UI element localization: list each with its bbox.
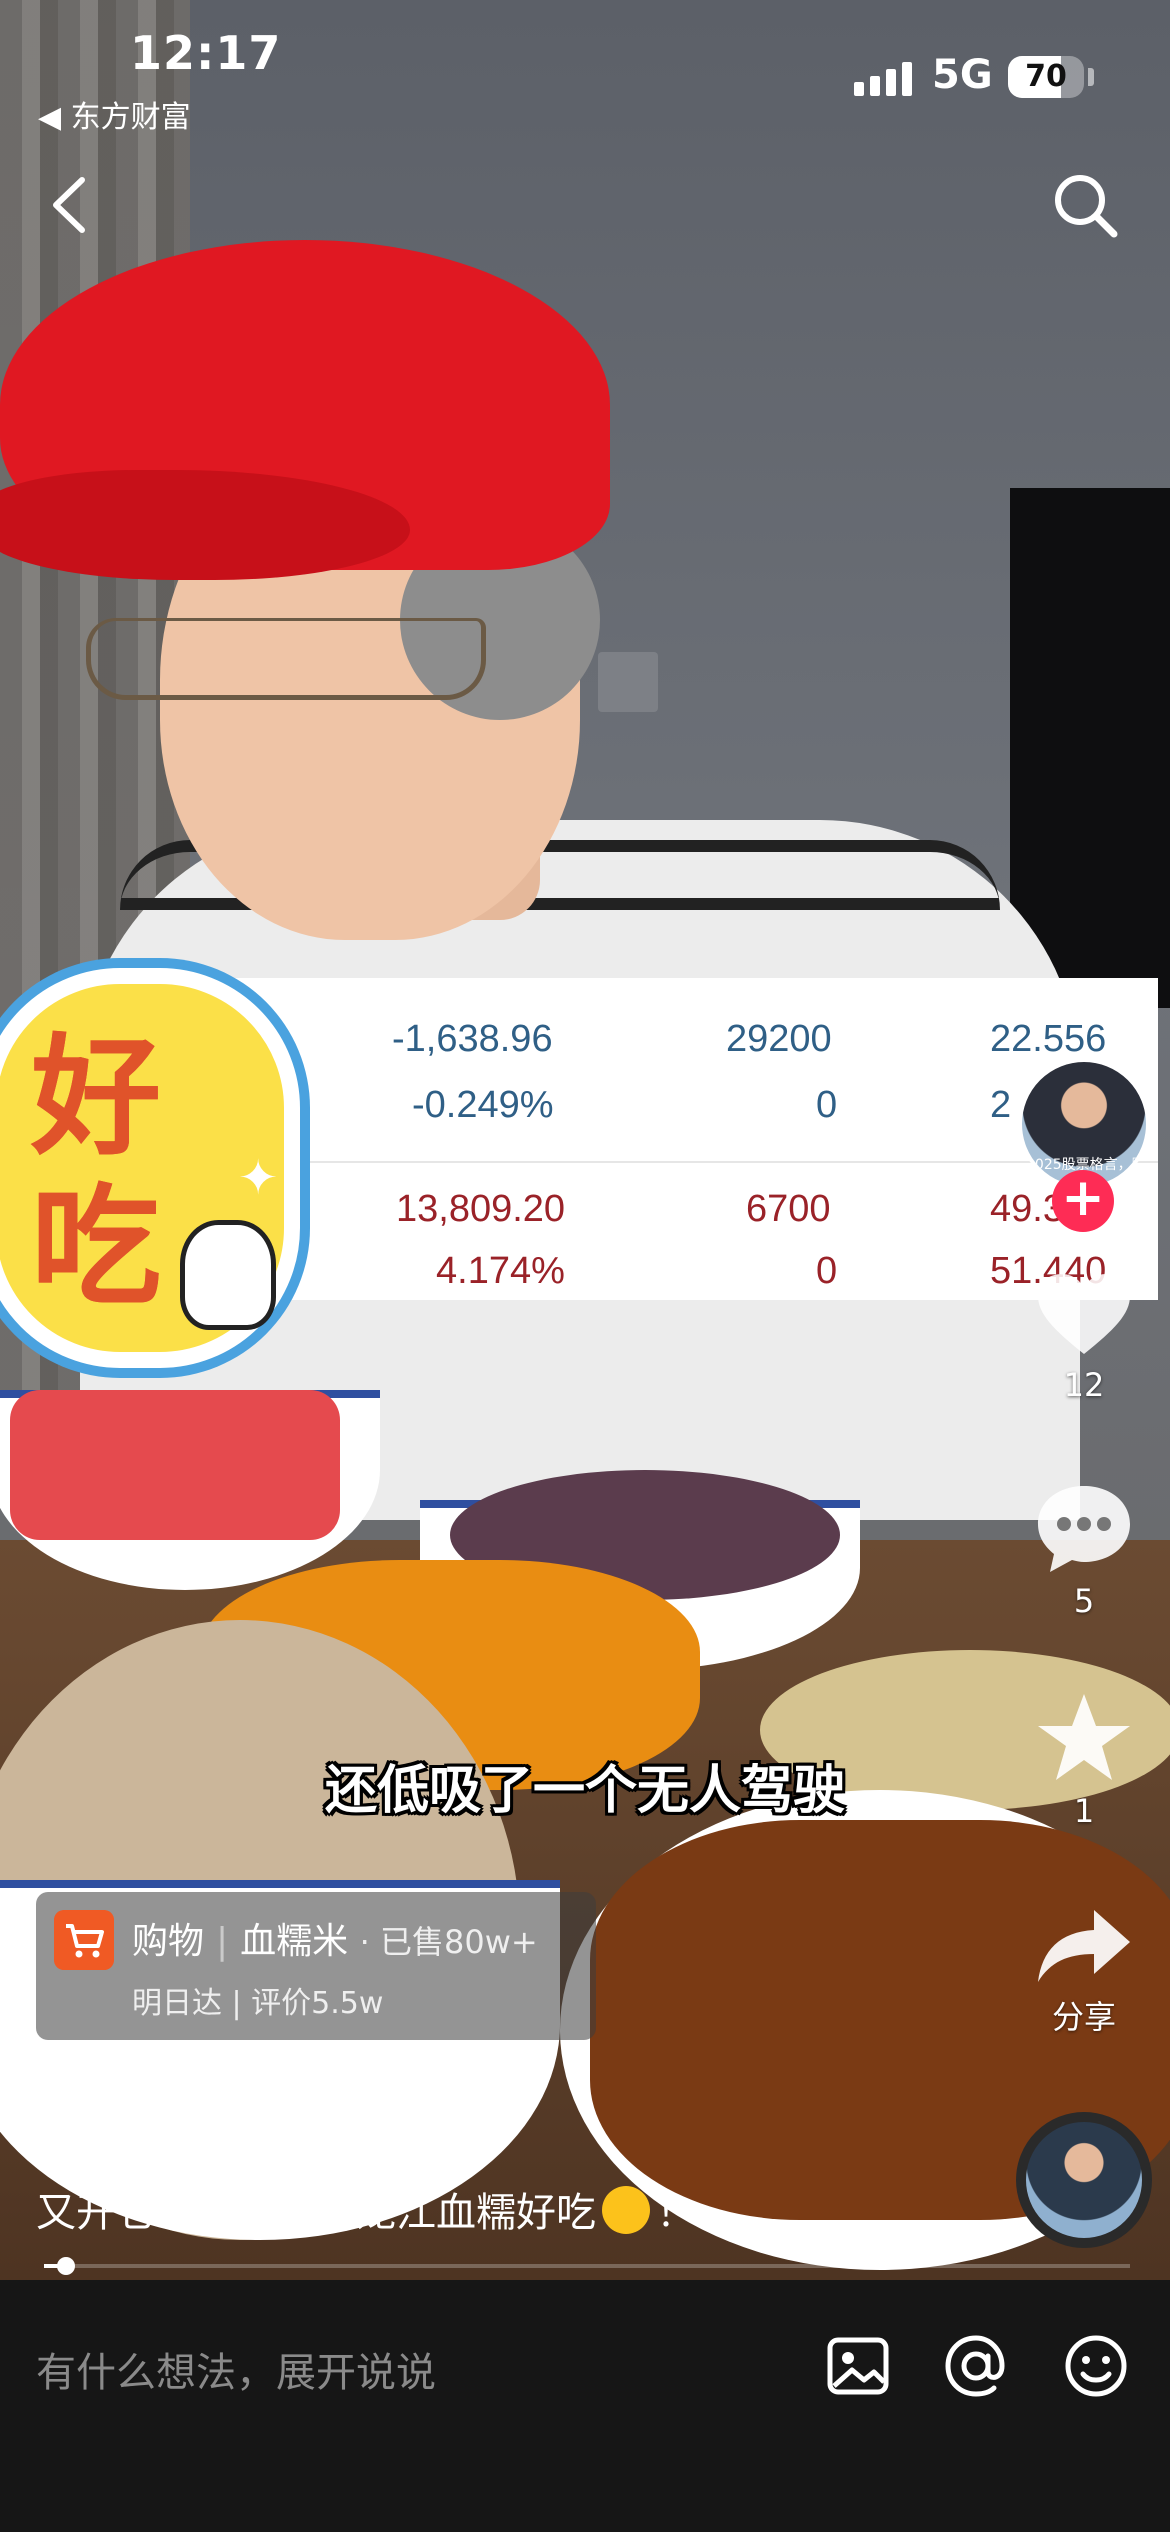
stock-table-overlay: 技 -1,638.96 29200 22.556 0 -0.249% 0 2 1…: [190, 978, 1158, 1300]
stock-cell: -0.249%: [412, 1084, 554, 1126]
stock-divider: [190, 1161, 1158, 1163]
sticker-char: 吃: [30, 1170, 161, 1323]
sticker-text: 好 吃: [16, 1022, 176, 1322]
stock-cell: -1,638.96: [392, 1018, 553, 1060]
sparkle-icon: ✦: [238, 1150, 279, 1206]
stock-cell: 29200: [726, 1018, 832, 1060]
at-icon[interactable]: [936, 2326, 1016, 2406]
playback-scrubber-handle[interactable]: [56, 2257, 75, 2275]
separator: |: [216, 1921, 229, 1962]
stock-cell: 2: [990, 1084, 1012, 1126]
share-button[interactable]: 分享: [1020, 1906, 1148, 2038]
background-tv: [1010, 488, 1170, 1008]
author-line[interactable]: @三爱奶奶 · 9分钟前: [36, 2080, 442, 2146]
share-icon: [1038, 1910, 1130, 1982]
shop-sold: · 已售80w+: [359, 1923, 538, 1961]
stock-cell: 6700: [746, 1188, 831, 1230]
like-count: 12: [1063, 1366, 1105, 1404]
playback-progress-bar[interactable]: [44, 2257, 1130, 2275]
shop-label: 购物: [132, 1921, 205, 1962]
description-suffix: ！: [656, 2190, 696, 2236]
follow-button[interactable]: +: [1052, 1170, 1114, 1232]
watermelon: [10, 1390, 340, 1540]
stock-cell: 13,809.20: [396, 1188, 566, 1230]
like-button[interactable]: 12: [1020, 1270, 1148, 1404]
emoji-icon[interactable]: [1056, 2326, 1136, 2406]
smile-emoji-icon: [602, 2186, 650, 2234]
heart-icon: [1038, 1274, 1130, 1354]
share-label: 分享: [1051, 1998, 1116, 2036]
stock-cell: 0: [816, 1250, 838, 1292]
sticker-char: 好: [30, 1020, 161, 1173]
stock-cell: 4.174%: [436, 1250, 565, 1292]
shop-meta: 明日达 | 评价5.5w: [132, 1986, 384, 2021]
network-type: 5G: [932, 52, 993, 98]
status-bar: 12:17 ◀ 东方财富 5G 70: [0, 0, 1170, 140]
stock-cell: 0: [816, 1084, 838, 1126]
description-text: 又开仓一个票，黑龙江血糯好吃: [36, 2190, 596, 2236]
comment-bar: 有什么想法，展开说说: [0, 2280, 1170, 2532]
back-to-app-link[interactable]: ◀ 东方财富: [38, 92, 191, 136]
wall-switch: [598, 652, 658, 712]
comment-icon: [1038, 1486, 1130, 1572]
video-description[interactable]: 又开仓一个票，黑龙江血糯好吃 ！: [36, 2180, 696, 2238]
video-subtitle: 还低吸了一个无人驾驶: [324, 1761, 845, 1821]
music-disc[interactable]: [1016, 2112, 1152, 2248]
comment-count: 5: [1073, 1582, 1095, 1620]
shop-product: 血糯米: [240, 1921, 349, 1962]
shop-title: 购物 | 血糯米 · 已售80w+: [132, 1912, 538, 1964]
post-time: · 9分钟前: [280, 2097, 443, 2141]
image-icon[interactable]: [818, 2326, 898, 2406]
battery-tip: [1088, 68, 1094, 86]
signal-icon: [854, 60, 916, 96]
comment-button[interactable]: 5: [1020, 1480, 1148, 1620]
stock-cell: 22.556: [990, 1018, 1107, 1060]
back-icon[interactable]: [42, 170, 98, 240]
shop-card[interactable]: 购物 | 血糯米 · 已售80w+ 明日达 | 评价5.5w: [36, 1892, 596, 2040]
battery-percent: 70: [1025, 59, 1067, 94]
glasses: [86, 618, 486, 700]
battery-icon: 70: [1008, 56, 1084, 98]
search-icon[interactable]: [1050, 170, 1120, 240]
shopping-cart-icon: [54, 1910, 114, 1970]
status-time: 12:17: [130, 26, 282, 80]
comment-input[interactable]: 有什么想法，展开说说: [36, 2340, 436, 2398]
author-handle[interactable]: @三爱奶奶: [36, 2089, 266, 2143]
thumbs-up-icon: [180, 1220, 276, 1330]
